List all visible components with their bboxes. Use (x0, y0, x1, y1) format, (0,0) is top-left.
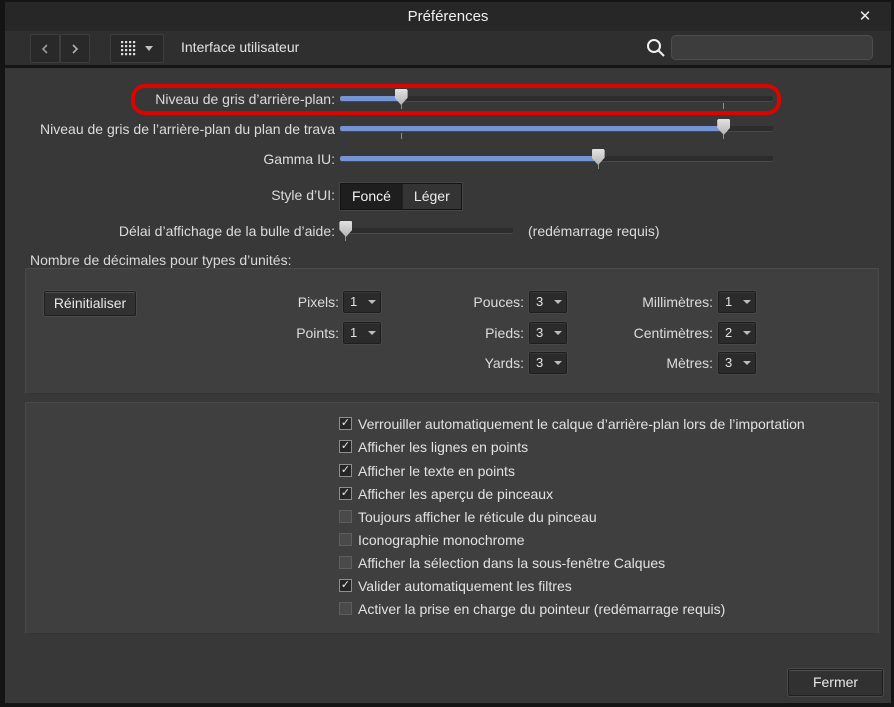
checkbox[interactable] (339, 533, 352, 546)
dropdown-value: 1 (725, 294, 733, 309)
option-row: Afficher la sélection dans la sous-fenêt… (339, 554, 879, 572)
ui-style-dark-button[interactable]: Foncé (341, 184, 402, 209)
ui-style-label: Style d’UI: (271, 187, 335, 203)
dropdown-value: 2 (725, 325, 733, 340)
unit-field-row: Millimètres: 1 (26, 290, 880, 314)
chevron-right-icon (72, 43, 79, 54)
slider-row: Niveau de gris de l’arrière-plan du plan… (5, 117, 891, 141)
unit-label: Centimètres: (633, 325, 713, 341)
checkbox[interactable]: ✓ (339, 579, 352, 592)
option-row: Activer la prise en charge du pointeur (… (339, 600, 879, 618)
close-icon[interactable]: ✕ (853, 5, 877, 29)
back-button[interactable] (30, 34, 60, 63)
option-row: ✓ Valider automatiquement les filtres (339, 577, 879, 595)
checkbox-label: Verrouiller automatiquement le calque d’… (358, 416, 805, 432)
chevron-left-icon (41, 43, 48, 54)
slider[interactable] (340, 117, 773, 141)
option-row: ✓ Afficher les lignes en points (339, 438, 879, 456)
grid-dots-icon (120, 41, 135, 56)
slider-thumb[interactable] (339, 221, 353, 237)
slider-thumb[interactable] (394, 89, 408, 105)
units-panel: Réinitialiser Pixels: 1 Points: 1 Pouces: 3 Pi… (25, 268, 879, 394)
caret-down-icon (145, 46, 154, 51)
search-icon (647, 39, 665, 57)
slider-row: Niveau de gris d’arrière-plan: (5, 87, 891, 111)
unit-label: Millimètres: (642, 294, 713, 310)
dropdown-caret-icon (743, 361, 751, 365)
slider-tick-mark (400, 133, 402, 139)
section-title: Interface utilisateur (181, 39, 300, 55)
option-row: ✓ Afficher les aperçu de pinceaux (339, 485, 879, 503)
options-panel: ✓ Verrouiller automatiquement le calque d… (25, 402, 879, 634)
tooltip-delay-label: Délai d’affichage de la bulle d’aide: (118, 223, 335, 239)
checkbox[interactable]: ✓ (339, 440, 352, 453)
checkbox-label: Iconographie monochrome (358, 532, 525, 548)
slider-label: Niveau de gris d’arrière-plan: (155, 91, 335, 107)
slider-fill (340, 156, 598, 161)
option-row: Toujours afficher le réticule du pinceau (339, 508, 879, 526)
checkbox-label: Activer la prise en charge du pointeur (… (358, 601, 726, 617)
checkbox[interactable] (339, 510, 352, 523)
toolbar: Interface utilisateur (5, 31, 891, 68)
preferences-window: Préférences ✕ Interface utilisateur Nive… (5, 2, 891, 703)
unit-dropdown[interactable]: 1 (718, 291, 756, 313)
slider-fill (340, 96, 401, 101)
checkbox-label: Valider automatiquement les filtres (358, 578, 572, 594)
slider-row: Gamma IU: (5, 147, 891, 171)
slider-track (342, 228, 513, 233)
tooltip-delay-row: Délai d’affichage de la bulle d’aide: (r… (5, 219, 891, 243)
ui-style-segmented: Foncé Léger (340, 183, 462, 210)
window-title: Préférences (407, 8, 489, 25)
unit-field-row: Mètres: 3 (26, 351, 880, 375)
sections-grid-button[interactable] (110, 34, 164, 63)
unit-field-row: Centimètres: 2 (26, 321, 880, 345)
checkbox-label: Afficher le texte en points (358, 463, 515, 479)
checkbox-label: Toujours afficher le réticule du pinceau (358, 509, 597, 525)
checkbox-label: Afficher la sélection dans la sous-fenêt… (358, 555, 666, 571)
unit-dropdown[interactable]: 2 (718, 322, 756, 344)
slider-thumb[interactable] (717, 119, 731, 135)
checkbox[interactable]: ✓ (339, 487, 352, 500)
search-input[interactable] (671, 35, 873, 60)
dropdown-caret-icon (743, 300, 751, 304)
slider-label: Niveau de gris de l’arrière-plan du plan… (40, 121, 335, 137)
unit-label: Mètres: (666, 355, 713, 371)
slider-fill (340, 126, 724, 131)
slider[interactable] (340, 147, 773, 171)
close-dialog-button[interactable]: Fermer (788, 669, 883, 696)
checkbox[interactable] (339, 602, 352, 615)
forward-button[interactable] (60, 34, 90, 63)
dropdown-value: 3 (725, 355, 733, 370)
checkbox-label: Afficher les aperçu de pinceaux (358, 486, 554, 502)
restart-required-note: (redémarrage requis) (528, 223, 660, 239)
checkbox-label: Afficher les lignes en points (358, 439, 529, 455)
option-row: Iconographie monochrome (339, 531, 879, 549)
slider-label: Gamma IU: (263, 151, 335, 167)
slider-tick-mark (723, 103, 725, 109)
title-bar: Préférences ✕ (5, 2, 891, 32)
checkbox[interactable] (339, 556, 352, 569)
checkbox[interactable]: ✓ (339, 464, 352, 477)
slider[interactable] (340, 87, 773, 111)
option-row: ✓ Verrouiller automatiquement le calque d… (339, 415, 879, 433)
checkbox[interactable]: ✓ (339, 417, 352, 430)
slider-thumb[interactable] (591, 149, 605, 165)
option-row: ✓ Afficher le texte en points (339, 462, 879, 480)
ui-style-light-button[interactable]: Léger (401, 184, 461, 209)
tooltip-delay-slider[interactable] (339, 219, 513, 243)
unit-dropdown[interactable]: 3 (718, 352, 756, 374)
dropdown-caret-icon (743, 331, 751, 335)
decimals-heading: Nombre de décimales pour types d’unités: (30, 252, 292, 268)
